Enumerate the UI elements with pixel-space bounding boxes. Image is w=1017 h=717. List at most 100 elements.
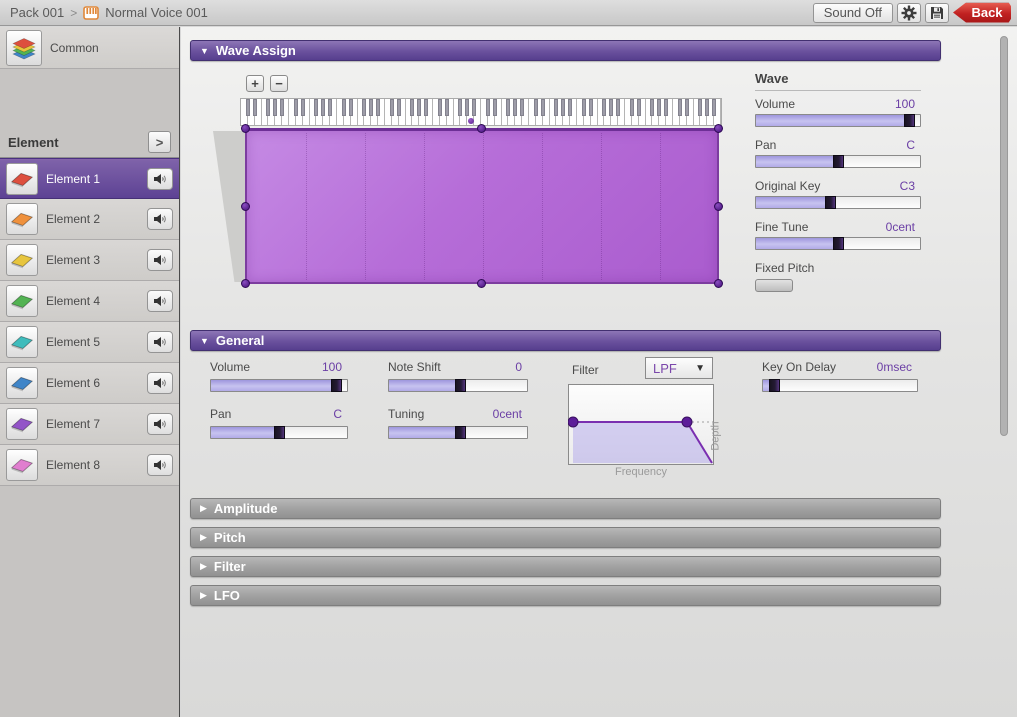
slider-handle[interactable] — [331, 379, 342, 392]
black-key[interactable] — [705, 99, 709, 116]
section-filter[interactable]: ▶ Filter — [190, 556, 941, 577]
filter-type-dropdown[interactable]: LPF ▼ — [645, 357, 713, 379]
black-key[interactable] — [582, 99, 586, 116]
section-amplitude[interactable]: ▶ Amplitude — [190, 498, 941, 519]
black-key[interactable] — [294, 99, 298, 116]
region-handle-bottom-left[interactable] — [241, 279, 250, 288]
scrollbar-thumb[interactable] — [1000, 36, 1008, 436]
slider-handle[interactable] — [455, 379, 466, 392]
black-key[interactable] — [465, 99, 469, 116]
pan-slider[interactable] — [210, 426, 348, 439]
filter-graph[interactable]: Frequency Depth — [568, 384, 730, 482]
black-key[interactable] — [417, 99, 421, 116]
slider-handle[interactable] — [904, 114, 915, 127]
black-key[interactable] — [424, 99, 428, 116]
slider-handle[interactable] — [833, 155, 844, 168]
sidebar-item-element-4[interactable]: Element 4 — [0, 281, 179, 322]
sidebar-item-common[interactable]: Common — [0, 27, 179, 69]
element-speaker-button[interactable] — [147, 413, 173, 435]
element-expand-button[interactable]: > — [148, 131, 171, 153]
element-speaker-button[interactable] — [147, 208, 173, 230]
slider-handle[interactable] — [825, 196, 836, 209]
section-pitch[interactable]: ▶ Pitch — [190, 527, 941, 548]
element-icon-button[interactable] — [6, 203, 38, 235]
general-header[interactable]: ▼ General — [190, 330, 941, 351]
tuning-slider[interactable] — [388, 426, 528, 439]
slider-handle[interactable] — [833, 237, 844, 250]
region-handle-top-mid[interactable] — [477, 124, 486, 133]
black-key[interactable] — [362, 99, 366, 116]
fine-tune-slider[interactable] — [755, 237, 921, 250]
black-key[interactable] — [280, 99, 284, 116]
breadcrumb-pack[interactable]: Pack 001 — [10, 5, 64, 20]
sound-off-button[interactable]: Sound Off — [813, 3, 893, 23]
black-key[interactable] — [712, 99, 716, 116]
black-key[interactable] — [349, 99, 353, 116]
black-key[interactable] — [342, 99, 346, 116]
black-key[interactable] — [657, 99, 661, 116]
region-handle-bottom-mid[interactable] — [477, 279, 486, 288]
zoom-out-button[interactable]: − — [270, 75, 288, 92]
black-key[interactable] — [486, 99, 490, 116]
black-key[interactable] — [561, 99, 565, 116]
black-key[interactable] — [328, 99, 332, 116]
zoom-in-button[interactable]: + — [246, 75, 264, 92]
element-speaker-button[interactable] — [147, 372, 173, 394]
element-icon-button[interactable] — [6, 285, 38, 317]
sidebar-item-element-7[interactable]: Element 7 — [0, 404, 179, 445]
black-key[interactable] — [541, 99, 545, 116]
black-key[interactable] — [637, 99, 641, 116]
slider-handle[interactable] — [274, 426, 285, 439]
black-key[interactable] — [376, 99, 380, 116]
black-key[interactable] — [273, 99, 277, 116]
black-key[interactable] — [534, 99, 538, 116]
sidebar-item-element-6[interactable]: Element 6 — [0, 363, 179, 404]
black-key[interactable] — [458, 99, 462, 116]
black-key[interactable] — [616, 99, 620, 116]
pan-slider[interactable] — [755, 155, 921, 168]
slider-handle[interactable] — [769, 379, 780, 392]
back-button[interactable]: Back — [953, 3, 1011, 23]
note-range-region[interactable] — [245, 128, 719, 284]
black-key[interactable] — [630, 99, 634, 116]
sidebar-item-element-2[interactable]: Element 2 — [0, 199, 179, 240]
sidebar-item-element-3[interactable]: Element 3 — [0, 240, 179, 281]
volume-slider[interactable] — [210, 379, 348, 392]
region-handle-top-right[interactable] — [714, 124, 723, 133]
black-key[interactable] — [589, 99, 593, 116]
region-handle-top-left[interactable] — [241, 124, 250, 133]
black-key[interactable] — [472, 99, 476, 116]
black-key[interactable] — [321, 99, 325, 116]
wave-assign-header[interactable]: ▼ Wave Assign — [190, 40, 941, 61]
section-lfo[interactable]: ▶ LFO — [190, 585, 941, 606]
black-key[interactable] — [602, 99, 606, 116]
black-key[interactable] — [685, 99, 689, 116]
element-icon-button[interactable] — [6, 163, 38, 195]
black-key[interactable] — [397, 99, 401, 116]
black-key[interactable] — [410, 99, 414, 116]
slider-handle[interactable] — [455, 426, 466, 439]
black-key[interactable] — [493, 99, 497, 116]
element-speaker-button[interactable] — [147, 454, 173, 476]
black-key[interactable] — [369, 99, 373, 116]
element-icon-button[interactable] — [6, 367, 38, 399]
region-handle-mid-left[interactable] — [241, 202, 250, 211]
keyboard[interactable] — [240, 98, 722, 126]
black-key[interactable] — [664, 99, 668, 116]
key-on-delay-slider[interactable] — [762, 379, 918, 392]
element-icon-button[interactable] — [6, 408, 38, 440]
sidebar-item-element-8[interactable]: Element 8 — [0, 445, 179, 486]
sidebar-item-element-5[interactable]: Element 5 — [0, 322, 179, 363]
black-key[interactable] — [301, 99, 305, 116]
original-key-slider[interactable] — [755, 196, 921, 209]
black-key[interactable] — [609, 99, 613, 116]
fixed-pitch-toggle[interactable] — [755, 279, 793, 292]
black-key[interactable] — [266, 99, 270, 116]
black-key[interactable] — [390, 99, 394, 116]
element-icon-button[interactable] — [6, 449, 38, 481]
black-key[interactable] — [698, 99, 702, 116]
element-icon-button[interactable] — [6, 326, 38, 358]
black-key[interactable] — [314, 99, 318, 116]
sidebar-item-element-1[interactable]: Element 1 — [0, 158, 179, 199]
volume-slider[interactable] — [755, 114, 921, 127]
